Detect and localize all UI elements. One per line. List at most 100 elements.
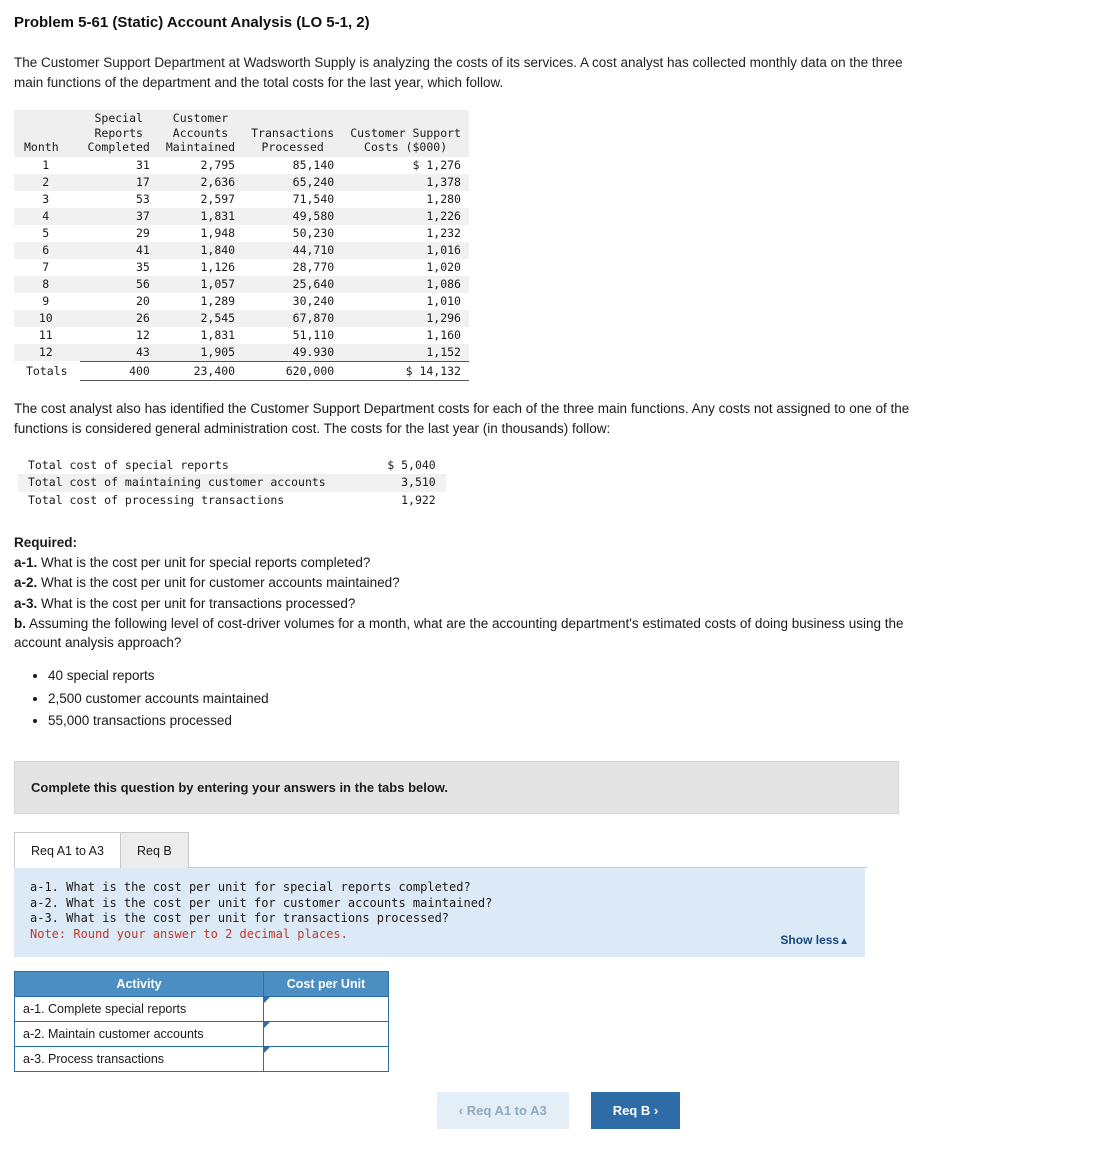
table-row: 3 53 2,597 71,540 1,280	[14, 191, 469, 208]
cell-costs: 1,232	[426, 226, 461, 240]
cell-special-reports: 26	[79, 309, 158, 327]
cell-costs: 1,160	[426, 327, 461, 342]
cell-month: 9	[42, 293, 50, 308]
function-costs-table: Total cost of special reports $ 5,040 To…	[18, 457, 446, 510]
cell-costs: 1,378	[342, 174, 469, 192]
cell-transactions: 85,140	[292, 158, 335, 173]
cell-special-reports: 56	[79, 275, 158, 293]
cell-transactions: 65,240	[243, 174, 343, 192]
required-section: Required: a-1. What is the cost per unit…	[14, 533, 929, 652]
question-panel: a-1. What is the cost per unit for speci…	[14, 867, 865, 958]
problem-page: Problem 5-61 (Static) Account Analysis (…	[0, 14, 1097, 1163]
page-title: Problem 5-61 (Static) Account Analysis (…	[14, 14, 370, 31]
cell-special-reports: 20	[136, 293, 150, 308]
question-b-text: Assuming the following level of cost-dri…	[14, 615, 904, 650]
answer-header-row: Activity Cost per Unit	[14, 971, 389, 998]
question-a1-label: a-1.	[14, 555, 38, 571]
answer-col-activity: Activity	[14, 971, 264, 998]
cell-month: 1	[42, 158, 50, 173]
question-b-label: b.	[14, 615, 26, 631]
cell-corner-marker-icon	[264, 1047, 270, 1054]
answer-input-cell-a3[interactable]	[263, 1046, 389, 1073]
instruction-banner: Complete this question by entering your …	[14, 760, 899, 814]
cell-customer-accounts: 1,840	[157, 241, 244, 259]
question-a1-text: What is the cost per unit for special re…	[37, 555, 371, 571]
question-a3-label: a-3.	[14, 595, 38, 611]
cell-cost-label: Total cost of maintaining customer accou…	[18, 474, 336, 492]
cost-per-unit-input-a2[interactable]	[264, 1023, 376, 1046]
navigation-buttons: ‹ Req A1 to A3 Req B ›	[0, 1092, 1097, 1130]
table-row: 2 17 2,636 65,240 1,378	[14, 174, 469, 192]
cell-costs: 1,152	[342, 343, 469, 361]
show-less-toggle[interactable]: Show less▲	[780, 933, 849, 947]
cost-driver-volume-list: 40 special reports 2,500 customer accoun…	[30, 666, 1097, 731]
table-row: a-2. Maintain customer accounts	[14, 1021, 389, 1048]
cell-transactions: 51,110	[292, 327, 335, 342]
cell-month: 4	[14, 208, 80, 225]
cell-customer-accounts: 1,289	[200, 293, 236, 308]
table-header: Month Special Reports Completed Customer…	[14, 110, 469, 158]
tab-req-a1-to-a3[interactable]: Req A1 to A3	[14, 831, 121, 868]
show-less-label: Show less	[780, 933, 840, 948]
tab-req-b[interactable]: Req B	[120, 831, 189, 868]
cell-month: 11	[38, 327, 53, 342]
cell-customer-accounts: 2,597	[200, 192, 236, 207]
bottom-spacer	[0, 1129, 1097, 1163]
answer-input-cell-a1[interactable]	[263, 996, 389, 1023]
list-item: 55,000 transactions processed	[48, 711, 1097, 731]
table-totals-row: Totals 400 23,400 620,000 $ 14,132	[14, 360, 469, 382]
required-heading: Required:	[14, 535, 78, 551]
next-button-label: Req B	[612, 1103, 651, 1119]
cell-costs: 1,226	[342, 208, 469, 225]
function-costs-body: Total cost of special reports $ 5,040 To…	[18, 457, 446, 510]
table-row: 9 20 1,289 30,240 1,010	[14, 293, 469, 310]
cost-per-unit-input-a3[interactable]	[264, 1048, 376, 1071]
cell-totals-label: Totals	[26, 363, 68, 378]
cell-cost-label: Total cost of processing transactions	[28, 492, 285, 507]
answer-table-head: Activity Cost per Unit	[14, 971, 389, 998]
table-row: 10 26 2,545 67,870 1,296	[14, 309, 469, 327]
cell-customer-accounts: 2,545	[157, 309, 244, 327]
cell-costs: 1,296	[342, 309, 469, 327]
table-row: 4 37 1,831 49,580 1,226	[14, 208, 469, 225]
cell-customer-accounts: 2,795	[200, 158, 236, 173]
next-req-b-button[interactable]: Req B ›	[590, 1092, 681, 1130]
table-row: Total cost of maintaining customer accou…	[18, 474, 446, 492]
cell-special-reports: 41	[79, 241, 158, 259]
answer-input-cell-a2[interactable]	[263, 1021, 389, 1048]
chevron-left-icon: ‹	[458, 1103, 464, 1119]
cell-customer-accounts: 1,905	[157, 343, 244, 361]
table-row: 1 31 2,795 85,140 $ 1,276	[14, 157, 469, 174]
cell-costs: 1,020	[426, 259, 461, 274]
prev-req-a1-to-a3-button[interactable]: ‹ Req A1 to A3	[436, 1092, 569, 1130]
col-customer-accounts: Customer Accounts Maintained	[157, 110, 244, 158]
cell-customer-accounts: 1,057	[157, 275, 244, 293]
cell-customer-accounts: 1,831	[157, 208, 244, 225]
question-a1: a-1. What is the cost per unit for speci…	[14, 553, 929, 572]
cost-per-unit-input-a1[interactable]	[264, 998, 376, 1021]
cell-transactions: 49.930	[243, 343, 343, 361]
col-special-reports: Special Reports Completed	[79, 110, 158, 158]
cell-month: 10	[14, 309, 80, 327]
cell-transactions: 50,230	[292, 226, 335, 240]
cell-corner-marker-icon	[264, 1022, 270, 1029]
cell-costs: 1,010	[426, 293, 461, 308]
second-paragraph: The cost analyst also has identified the…	[14, 401, 910, 436]
question-a2-label: a-2.	[14, 575, 38, 591]
table-header-row: Month Special Reports Completed Customer…	[14, 110, 469, 158]
list-item: 40 special reports	[48, 666, 1097, 686]
table-row: 11 12 1,831 51,110 1,160	[14, 327, 469, 344]
cell-cost-value: 3,510	[335, 474, 446, 492]
cell-special-reports: 43	[79, 343, 158, 361]
cell-transactions: 49,580	[243, 208, 343, 225]
table-row: Total cost of processing transactions 1,…	[18, 492, 446, 510]
function-costs-table-wrap: Total cost of special reports $ 5,040 To…	[18, 457, 1097, 510]
question-a2: a-2. What is the cost per unit for custo…	[14, 573, 929, 592]
cell-customer-accounts: 1,948	[200, 226, 236, 240]
table-row: 6 41 1,840 44,710 1,016	[14, 241, 469, 259]
list-item: 2,500 customer accounts maintained	[48, 689, 1097, 709]
cell-transactions: 44,710	[243, 241, 343, 259]
question-b: b. Assuming the following level of cost-…	[14, 614, 929, 652]
cell-month: 2	[14, 174, 80, 192]
table-row: a-1. Complete special reports	[14, 996, 389, 1023]
